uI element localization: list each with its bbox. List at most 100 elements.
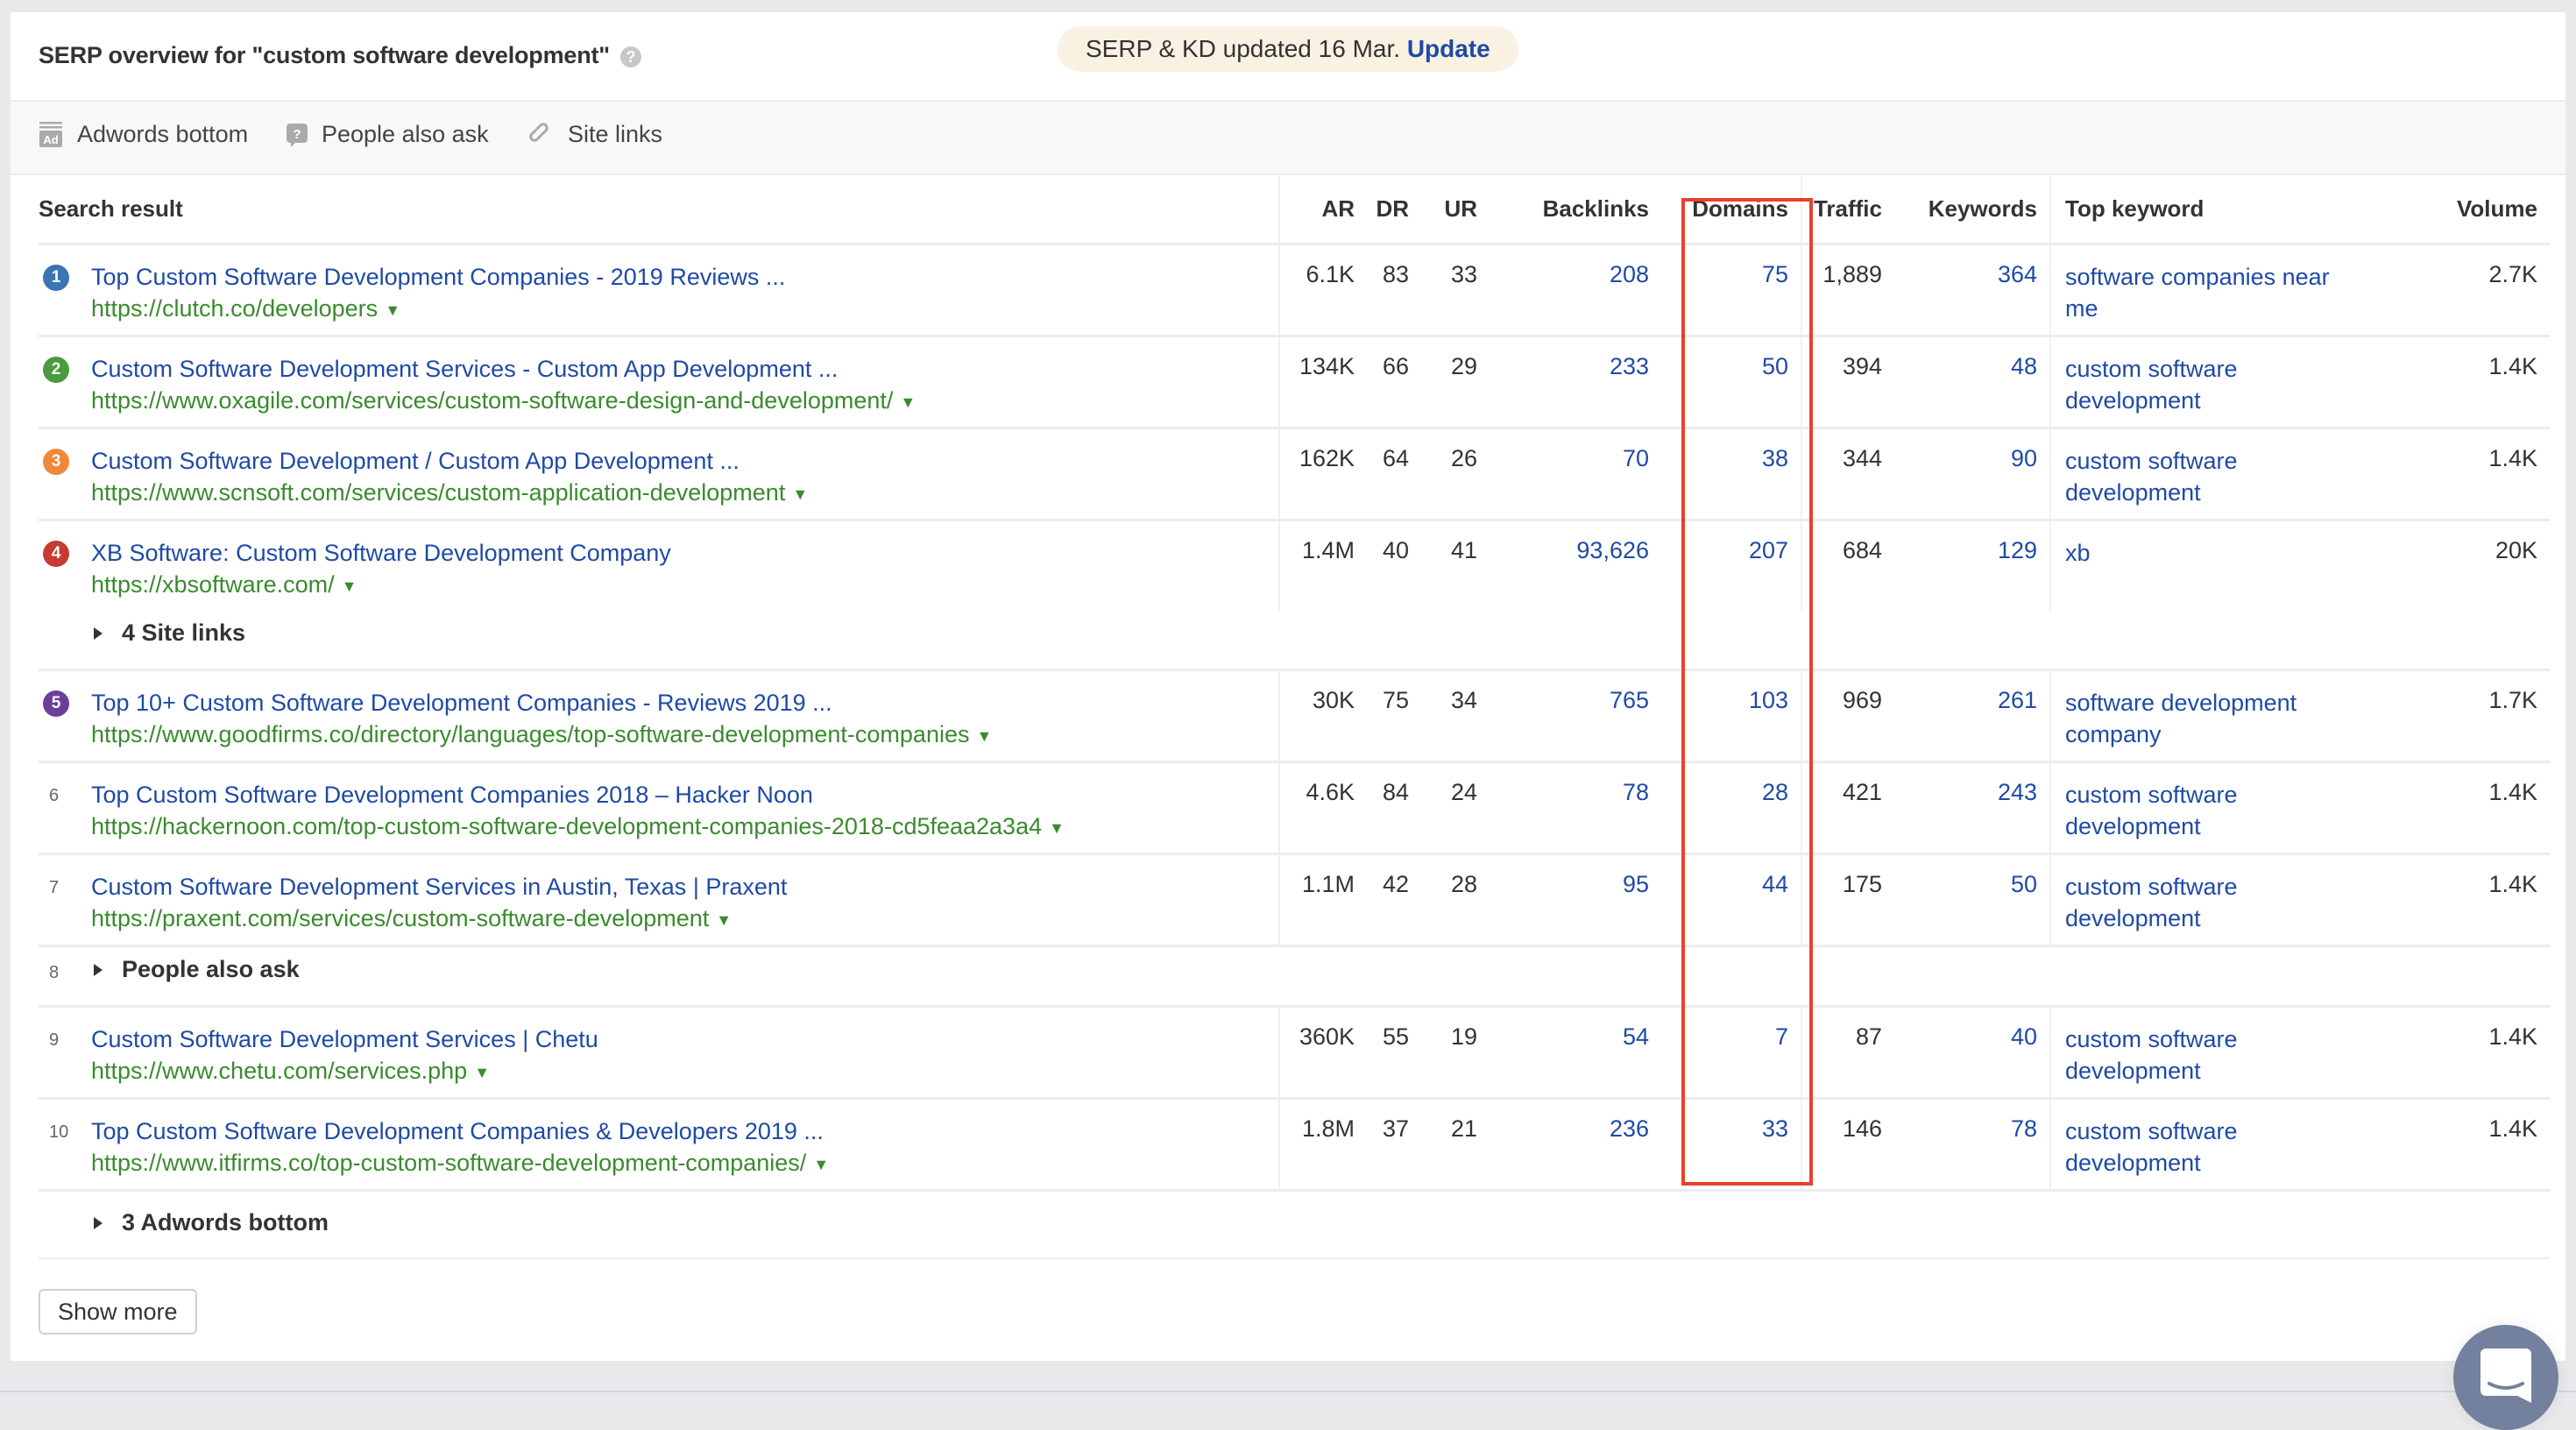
caret-down-icon[interactable]: ▼: [385, 301, 400, 319]
chat-button[interactable]: [2453, 1325, 2558, 1430]
traffic-value: 175: [1801, 853, 1894, 947]
result-url-link[interactable]: https://clutch.co/developers ▼: [91, 293, 1266, 326]
caret-down-icon[interactable]: ▼: [474, 1064, 490, 1081]
col-search-result[interactable]: Search result: [39, 175, 1280, 245]
site-links-expander[interactable]: 4 Site links: [91, 619, 2537, 647]
caret-down-icon[interactable]: ▼: [716, 911, 732, 929]
result-url-link[interactable]: https://www.chetu.com/services.php ▼: [91, 1055, 1266, 1088]
col-keywords[interactable]: Keywords: [1894, 175, 2050, 245]
col-ar[interactable]: AR: [1279, 175, 1367, 245]
keywords-link[interactable]: 261: [1894, 669, 2050, 763]
domains-link[interactable]: 75: [1661, 244, 1801, 337]
backlinks-link[interactable]: 765: [1490, 669, 1661, 763]
result-title-link[interactable]: XB Software: Custom Software Development…: [91, 537, 1266, 569]
keywords-link[interactable]: 90: [1894, 428, 2050, 521]
serp-table-wrapper: Search result AR DR UR Backlinks Domains…: [39, 175, 2550, 1258]
filter-site-links[interactable]: Site links: [529, 121, 662, 148]
result-title-link[interactable]: Top 10+ Custom Software Development Comp…: [91, 687, 1266, 719]
top-keyword-link[interactable]: xb: [2049, 520, 2374, 611]
domains-link[interactable]: 50: [1661, 336, 1801, 429]
top-keyword-link[interactable]: software companies near me: [2049, 244, 2374, 337]
filter-label: Adwords bottom: [77, 121, 249, 147]
col-volume[interactable]: Volume: [2374, 175, 2550, 245]
result-url-link[interactable]: https://www.scnsoft.com/services/custom-…: [91, 477, 1266, 510]
dr-value: 55: [1367, 1006, 1421, 1100]
table-row: 9 Custom Software Development Services | …: [39, 1006, 2550, 1100]
top-keyword-link[interactable]: custom software development: [2049, 1006, 2374, 1100]
filter-people-also-ask[interactable]: ? People also ask: [287, 121, 489, 148]
top-keyword-link[interactable]: custom software development: [2049, 428, 2374, 521]
backlinks-link[interactable]: 70: [1490, 428, 1661, 521]
backlinks-link[interactable]: 93,626: [1490, 520, 1661, 612]
top-keyword-link[interactable]: software development company: [2049, 669, 2374, 763]
domains-link[interactable]: 103: [1661, 669, 1801, 763]
backlinks-link[interactable]: 54: [1490, 1006, 1661, 1100]
top-keyword-link[interactable]: custom software development: [2049, 336, 2374, 429]
result-title-link[interactable]: Custom Software Development Services - C…: [91, 353, 1266, 385]
dr-value: 40: [1382, 537, 1409, 563]
result-url-link[interactable]: https://www.goodfirms.co/directory/langu…: [91, 719, 1266, 752]
search-result-cell: 7 Custom Software Development Services in…: [39, 853, 1280, 947]
backlinks-link[interactable]: 95: [1490, 853, 1661, 947]
backlinks-link[interactable]: 233: [1490, 336, 1661, 429]
domains-link[interactable]: 207: [1661, 520, 1801, 612]
filter-adwords-bottom[interactable]: Ad Adwords bottom: [39, 121, 248, 148]
update-link[interactable]: Update: [1407, 35, 1490, 62]
caret-down-icon[interactable]: ▼: [813, 1156, 829, 1173]
result-url: https://www.itfirms.co/top-custom-softwa…: [91, 1150, 807, 1176]
site-links-expander-label: 4 Site links: [122, 619, 246, 646]
show-more-button[interactable]: Show more: [39, 1289, 197, 1334]
search-result-cell: 3 Custom Software Development / Custom Ap…: [39, 428, 1280, 521]
top-keyword-link[interactable]: custom software development: [2049, 761, 2374, 855]
caret-down-icon[interactable]: ▼: [1049, 819, 1065, 837]
question-bubble-icon: ?: [287, 122, 308, 148]
top-keyword-link[interactable]: custom software development: [2049, 853, 2374, 947]
keywords-link[interactable]: 78: [1894, 1098, 2050, 1192]
result-title-link[interactable]: Custom Software Development / Custom App…: [91, 445, 1266, 477]
col-domains[interactable]: Domains: [1661, 175, 1801, 245]
col-ur[interactable]: UR: [1421, 175, 1490, 245]
caret-down-icon[interactable]: ▼: [342, 577, 357, 595]
question-circle-icon[interactable]: ?: [619, 46, 641, 67]
caret-down-icon[interactable]: ▼: [792, 485, 808, 503]
col-backlinks[interactable]: Backlinks: [1490, 175, 1661, 245]
domains-link[interactable]: 28: [1661, 761, 1801, 855]
col-top-keyword[interactable]: Top keyword: [2049, 175, 2374, 245]
domains-link[interactable]: 7: [1661, 1006, 1801, 1100]
caret-down-icon[interactable]: ▼: [900, 393, 916, 411]
result-title-link[interactable]: Top Custom Software Development Companie…: [91, 779, 1266, 811]
result-title-link[interactable]: Top Custom Software Development Companie…: [91, 1115, 1266, 1147]
result-url-link[interactable]: https://xbsoftware.com/ ▼: [91, 569, 1266, 602]
result-url-link[interactable]: https://www.itfirms.co/top-custom-softwa…: [91, 1147, 1266, 1180]
top-keyword-link[interactable]: custom software development: [2049, 1098, 2374, 1192]
keywords-link[interactable]: 50: [1894, 853, 2050, 947]
result-url-link[interactable]: https://www.oxagile.com/services/custom-…: [91, 385, 1266, 418]
result-title-link[interactable]: Custom Software Development Services | C…: [91, 1023, 1266, 1055]
adwords-bottom-expander[interactable]: 3 Adwords bottom: [91, 1209, 2537, 1236]
keywords-link[interactable]: 40: [1894, 1006, 2050, 1100]
backlinks-link[interactable]: 236: [1490, 1098, 1661, 1192]
col-traffic[interactable]: Traffic: [1801, 175, 1894, 245]
people-also-ask-expander[interactable]: People also ask: [91, 956, 2537, 983]
result-title-link[interactable]: Custom Software Development Services in …: [91, 871, 1266, 903]
filter-label: Site links: [568, 121, 663, 147]
domains-link[interactable]: 33: [1661, 1098, 1801, 1192]
col-dr[interactable]: DR: [1367, 175, 1421, 245]
domains-link[interactable]: 44: [1661, 853, 1801, 947]
result-url-link[interactable]: https://praxent.com/services/custom-soft…: [91, 903, 1266, 936]
keywords-link[interactable]: 364: [1894, 244, 2050, 337]
caret-down-icon[interactable]: ▼: [976, 727, 992, 745]
backlinks-link[interactable]: 208: [1490, 244, 1661, 337]
keywords-link[interactable]: 243: [1894, 761, 2050, 855]
result-title-link[interactable]: Top Custom Software Development Companie…: [91, 261, 1266, 293]
ur-value: 24: [1421, 761, 1490, 855]
triangle-right-icon: [94, 627, 103, 640]
result-url-link[interactable]: https://hackernoon.com/top-custom-softwa…: [91, 811, 1266, 844]
search-result-cell: 5 Top 10+ Custom Software Development Com…: [39, 669, 1280, 763]
ur-value: 34: [1421, 669, 1490, 763]
keywords-link[interactable]: 48: [1894, 336, 2050, 429]
keywords-link[interactable]: 129: [1894, 520, 2050, 612]
domains-link[interactable]: 38: [1661, 428, 1801, 521]
people-also-ask-expander-label: People also ask: [122, 956, 300, 982]
backlinks-link[interactable]: 78: [1490, 761, 1661, 855]
